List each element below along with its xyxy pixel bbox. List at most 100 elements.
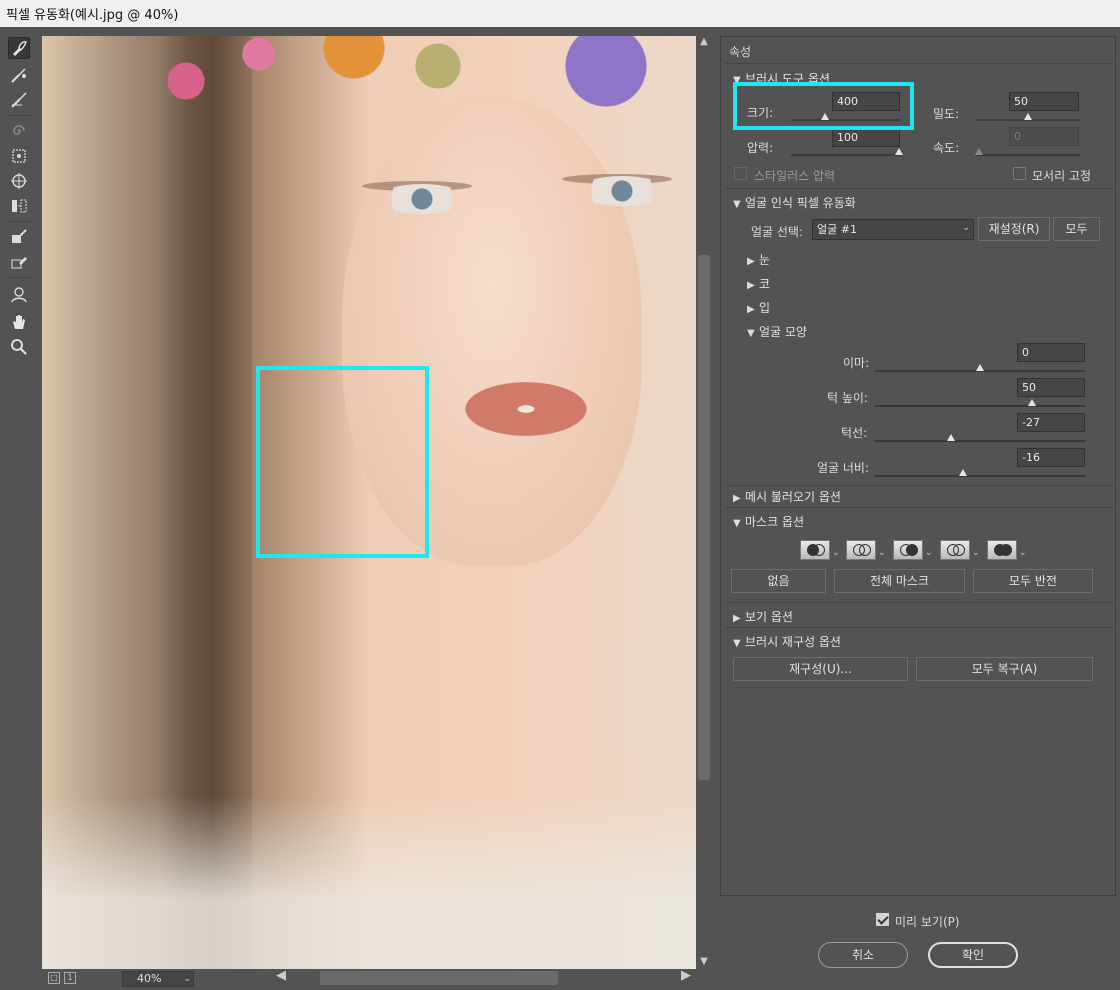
pucker-icon bbox=[12, 149, 26, 163]
lips bbox=[447, 374, 605, 444]
restore-all-button[interactable]: 모두 복구(A) bbox=[916, 657, 1093, 681]
group-title: 얼굴 모양 bbox=[759, 325, 807, 339]
mask-replace-icon[interactable] bbox=[800, 540, 830, 560]
preview-checkbox[interactable] bbox=[876, 913, 889, 926]
forehead-slider-knob[interactable] bbox=[976, 364, 984, 371]
nose-group-header[interactable]: ▶ 코 bbox=[747, 275, 770, 292]
all-button[interactable]: 모두 bbox=[1053, 217, 1100, 241]
mask-invert-icon[interactable] bbox=[987, 540, 1017, 560]
mask-all-button[interactable]: 전체 마스크 bbox=[834, 569, 965, 593]
jawline-field[interactable]: -27 bbox=[1017, 413, 1085, 432]
smooth-brush-icon bbox=[11, 92, 27, 108]
reconstruct-brush-icon bbox=[11, 68, 26, 83]
forward-warp-tool-button[interactable] bbox=[8, 37, 30, 59]
view-options-header[interactable]: ▶ 보기 옵션 bbox=[733, 608, 793, 625]
section-title: 보기 옵션 bbox=[745, 610, 793, 624]
face-width-slider[interactable] bbox=[875, 469, 1085, 477]
mask-options-header[interactable]: ▼ 마스크 옵션 bbox=[733, 513, 804, 530]
highlight-box-canvas bbox=[256, 366, 429, 558]
face-tool-button[interactable] bbox=[8, 283, 30, 305]
face-aware-liquify-header[interactable]: ▼ 얼굴 인식 픽셀 유동화 bbox=[733, 194, 856, 211]
freeze-mask-tool-button[interactable] bbox=[8, 226, 30, 248]
forehead-slider[interactable] bbox=[875, 364, 1085, 372]
chin-height-field[interactable]: 50 bbox=[1017, 378, 1085, 397]
expanded-triangle-icon: ▼ bbox=[733, 638, 741, 649]
reconstruct-button[interactable]: 재구성(U)... bbox=[733, 657, 908, 681]
mask-intersect-icon[interactable] bbox=[940, 540, 970, 560]
shoulder-region bbox=[42, 796, 696, 969]
window-title: 픽셀 유동화(예시.jpg @ 40%) bbox=[6, 8, 179, 23]
expanded-triangle-icon: ▼ bbox=[733, 199, 741, 210]
forehead-field[interactable]: 0 bbox=[1017, 343, 1085, 362]
pressure-field[interactable]: 100 bbox=[832, 128, 900, 147]
chin-height-slider-knob[interactable] bbox=[1028, 399, 1036, 406]
load-mesh-options-header[interactable]: ▶ 메시 불러오기 옵션 bbox=[733, 488, 841, 505]
group-title: 눈 bbox=[759, 253, 771, 267]
fit-screen-icon[interactable]: □ bbox=[48, 972, 60, 984]
actual-size-icon[interactable]: 1 bbox=[64, 972, 76, 984]
mask-subtract-icon[interactable] bbox=[893, 540, 923, 560]
twirl-icon bbox=[13, 125, 25, 135]
pressure-slider-knob[interactable] bbox=[895, 148, 903, 155]
horizontal-scroll-thumb[interactable] bbox=[320, 971, 558, 985]
cancel-button[interactable]: 취소 bbox=[818, 942, 908, 968]
scroll-up-arrow-icon[interactable]: ▲ bbox=[696, 36, 712, 50]
hand-tool-button[interactable] bbox=[8, 311, 30, 333]
select-face-dropdown[interactable]: 얼굴 #1 ⌄ bbox=[812, 219, 974, 240]
bloat-icon bbox=[11, 173, 27, 189]
density-slider[interactable] bbox=[977, 113, 1080, 121]
reconstruct-tool-button[interactable] bbox=[8, 64, 30, 86]
left-eye bbox=[377, 184, 467, 214]
mask-dropdown-icon[interactable]: ⌄ bbox=[925, 548, 933, 558]
stylus-pressure-checkbox[interactable] bbox=[734, 167, 747, 180]
collapsed-triangle-icon: ▶ bbox=[733, 613, 741, 624]
pressure-slider[interactable] bbox=[791, 148, 903, 156]
mouth-group-header[interactable]: ▶ 입 bbox=[747, 299, 770, 316]
eyes-group-header[interactable]: ▶ 눈 bbox=[747, 251, 770, 268]
smooth-tool-button[interactable] bbox=[8, 89, 30, 111]
density-slider-knob[interactable] bbox=[1024, 113, 1032, 120]
zoom-tool-button[interactable] bbox=[8, 336, 30, 358]
push-left-icon bbox=[12, 199, 27, 213]
jawline-slider[interactable] bbox=[875, 434, 1085, 442]
scroll-down-arrow-icon[interactable]: ▼ bbox=[696, 956, 712, 970]
jawline-slider-knob[interactable] bbox=[947, 434, 955, 441]
push-left-tool-button[interactable] bbox=[8, 195, 30, 217]
bloat-tool-button[interactable] bbox=[8, 170, 30, 192]
pin-edges-checkbox[interactable] bbox=[1013, 167, 1026, 180]
properties-panel: 속성 ▼ 브러시 도구 옵션 크기: 400 밀도: 50 압력: 100 속도:… bbox=[720, 36, 1116, 896]
brush-reconstruct-options-header[interactable]: ▼ 브러시 재구성 옵션 bbox=[733, 633, 841, 650]
scroll-left-arrow-icon[interactable]: ◀ bbox=[276, 968, 286, 983]
rate-slider[interactable] bbox=[975, 148, 1080, 156]
mask-none-button[interactable]: 없음 bbox=[731, 569, 826, 593]
mask-dropdown-icon[interactable]: ⌄ bbox=[1019, 548, 1027, 558]
chin-height-slider[interactable] bbox=[875, 399, 1085, 407]
scroll-right-arrow-icon[interactable]: ▶ bbox=[681, 968, 691, 983]
reset-button[interactable]: 재설정(R) bbox=[978, 217, 1050, 241]
zoom-level-select[interactable]: 40% ⌄ bbox=[122, 971, 194, 987]
chevron-down-icon: ⌄ bbox=[183, 974, 191, 984]
mask-dropdown-icon[interactable]: ⌄ bbox=[832, 548, 840, 558]
preview-label: 미리 보기(P) bbox=[895, 915, 960, 929]
mask-add-icon[interactable] bbox=[846, 540, 876, 560]
mask-dropdown-icon[interactable]: ⌄ bbox=[878, 548, 886, 558]
collapsed-triangle-icon: ▶ bbox=[747, 280, 755, 291]
rate-slider-knob[interactable] bbox=[975, 148, 983, 155]
panel-title: 속성 bbox=[729, 45, 752, 59]
thaw-mask-tool-button[interactable] bbox=[8, 251, 30, 273]
collapsed-triangle-icon: ▶ bbox=[733, 493, 741, 504]
twirl-tool-button[interactable] bbox=[8, 120, 30, 142]
mask-dropdown-icon[interactable]: ⌄ bbox=[972, 548, 980, 558]
ok-button[interactable]: 확인 bbox=[928, 942, 1018, 968]
face-shape-group-header[interactable]: ▼ 얼굴 모양 bbox=[747, 323, 807, 340]
expanded-triangle-icon: ▼ bbox=[747, 328, 755, 339]
density-field[interactable]: 50 bbox=[1009, 92, 1079, 111]
invert-all-button[interactable]: 모두 반전 bbox=[973, 569, 1093, 593]
flower-crown bbox=[102, 36, 662, 186]
rate-field[interactable]: 0 bbox=[1009, 127, 1079, 146]
face-width-slider-knob[interactable] bbox=[959, 469, 967, 476]
vertical-scroll-thumb[interactable] bbox=[698, 255, 710, 780]
highlight-box-size bbox=[733, 82, 914, 130]
pucker-tool-button[interactable] bbox=[8, 145, 30, 167]
face-width-field[interactable]: -16 bbox=[1017, 448, 1085, 467]
